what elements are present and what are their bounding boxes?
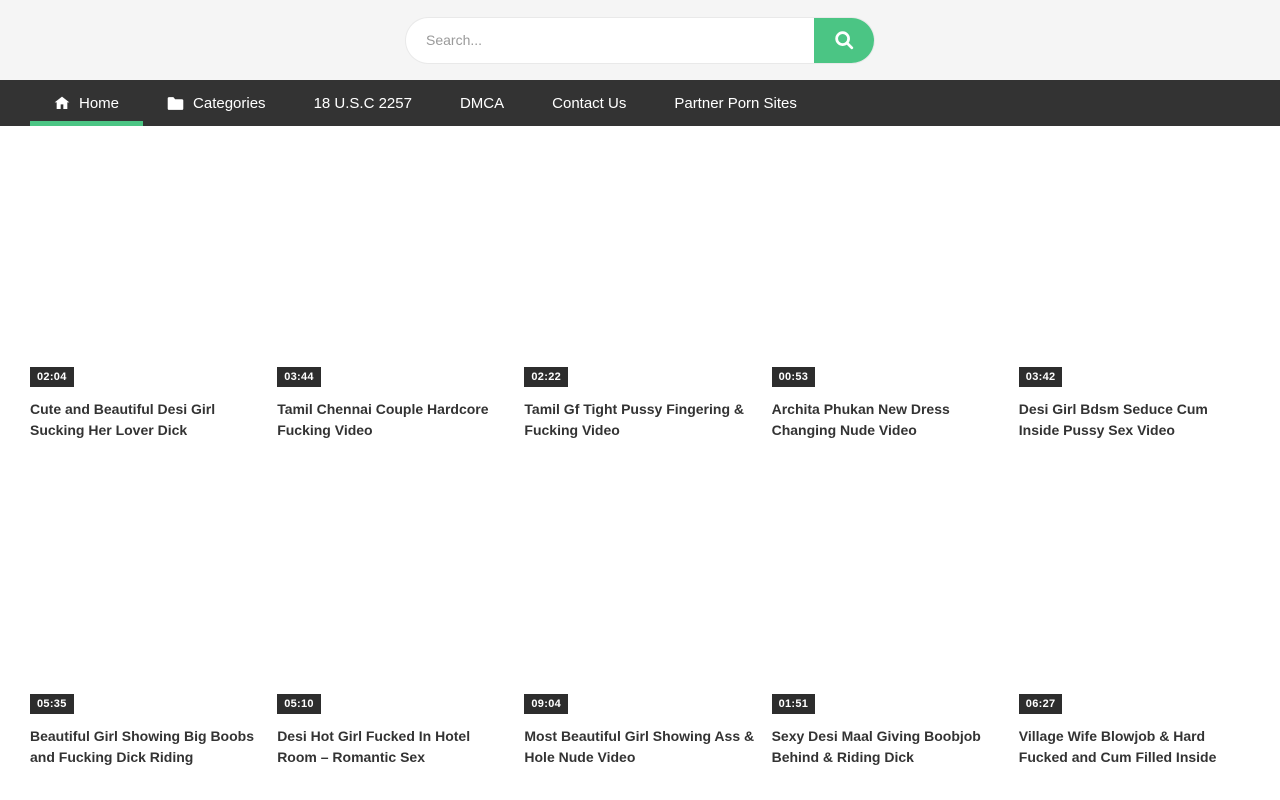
nav-item-label: Home [79, 95, 119, 112]
video-thumbnail[interactable]: 03:44 [277, 141, 508, 391]
video-grid: 02:04 Cute and Beautiful Desi Girl Sucki… [30, 141, 1250, 768]
active-indicator [30, 121, 143, 126]
video-title[interactable]: Most Beautiful Girl Showing Ass & Hole N… [524, 726, 755, 768]
video-title[interactable]: Desi Girl Bdsm Seduce Cum Inside Pussy S… [1019, 399, 1250, 441]
video-title[interactable]: Desi Hot Girl Fucked In Hotel Room – Rom… [277, 726, 508, 768]
video-card[interactable]: 05:35 Beautiful Girl Showing Big Boobs a… [30, 468, 261, 768]
video-thumbnail[interactable]: 05:10 [277, 468, 508, 718]
search-input[interactable] [406, 18, 814, 63]
duration-badge: 05:35 [30, 694, 74, 714]
video-thumbnail[interactable]: 00:53 [772, 141, 1003, 391]
nav-item-label: Contact Us [552, 95, 626, 112]
duration-badge: 03:44 [277, 367, 321, 387]
nav-item-2257[interactable]: 18 U.S.C 2257 [290, 80, 436, 126]
video-card[interactable]: 01:51 Sexy Desi Maal Giving Boobjob Behi… [772, 468, 1003, 768]
video-card[interactable]: 00:53 Archita Phukan New Dress Changing … [772, 141, 1003, 441]
duration-badge: 06:27 [1019, 694, 1063, 714]
duration-badge: 01:51 [772, 694, 816, 714]
search-form [406, 18, 874, 63]
video-card[interactable]: 03:42 Desi Girl Bdsm Seduce Cum Inside P… [1019, 141, 1250, 441]
video-thumbnail[interactable]: 09:04 [524, 468, 755, 718]
duration-badge: 02:22 [524, 367, 568, 387]
nav-item-label: DMCA [460, 95, 504, 112]
video-card[interactable]: 09:04 Most Beautiful Girl Showing Ass & … [524, 468, 755, 768]
search-button[interactable] [814, 18, 874, 63]
main-nav: Home Categories 18 U.S.C 2257 DMCA Conta… [0, 80, 1280, 126]
nav-item-dmca[interactable]: DMCA [436, 80, 528, 126]
video-thumbnail[interactable]: 02:22 [524, 141, 755, 391]
home-icon [54, 95, 70, 111]
video-title[interactable]: Village Wife Blowjob & Hard Fucked and C… [1019, 726, 1250, 768]
folder-icon [167, 96, 184, 111]
nav-item-label: 18 U.S.C 2257 [314, 95, 412, 112]
video-title[interactable]: Cute and Beautiful Desi Girl Sucking Her… [30, 399, 261, 441]
video-card[interactable]: 06:27 Village Wife Blowjob & Hard Fucked… [1019, 468, 1250, 768]
video-title[interactable]: Tamil Chennai Couple Hardcore Fucking Vi… [277, 399, 508, 441]
duration-badge: 05:10 [277, 694, 321, 714]
nav-item-partner-sites[interactable]: Partner Porn Sites [650, 80, 821, 126]
nav-item-label: Partner Porn Sites [674, 95, 797, 112]
duration-badge: 00:53 [772, 367, 816, 387]
video-card[interactable]: 05:10 Desi Hot Girl Fucked In Hotel Room… [277, 468, 508, 768]
duration-badge: 02:04 [30, 367, 74, 387]
video-thumbnail[interactable]: 05:35 [30, 468, 261, 718]
video-title[interactable]: Archita Phukan New Dress Changing Nude V… [772, 399, 1003, 441]
nav-item-home[interactable]: Home [30, 80, 143, 126]
video-card[interactable]: 03:44 Tamil Chennai Couple Hardcore Fuck… [277, 141, 508, 441]
video-title[interactable]: Tamil Gf Tight Pussy Fingering & Fucking… [524, 399, 755, 441]
nav-item-categories[interactable]: Categories [143, 80, 290, 126]
video-title[interactable]: Beautiful Girl Showing Big Boobs and Fuc… [30, 726, 261, 768]
video-thumbnail[interactable]: 02:04 [30, 141, 261, 391]
top-header [0, 0, 1280, 80]
main-content: 02:04 Cute and Beautiful Desi Girl Sucki… [0, 126, 1280, 768]
search-icon [833, 29, 855, 51]
nav-item-label: Categories [193, 95, 266, 112]
video-thumbnail[interactable]: 06:27 [1019, 468, 1250, 718]
nav-item-contact-us[interactable]: Contact Us [528, 80, 650, 126]
duration-badge: 03:42 [1019, 367, 1063, 387]
video-thumbnail[interactable]: 01:51 [772, 468, 1003, 718]
video-thumbnail[interactable]: 03:42 [1019, 141, 1250, 391]
video-card[interactable]: 02:04 Cute and Beautiful Desi Girl Sucki… [30, 141, 261, 441]
video-title[interactable]: Sexy Desi Maal Giving Boobjob Behind & R… [772, 726, 1003, 768]
video-card[interactable]: 02:22 Tamil Gf Tight Pussy Fingering & F… [524, 141, 755, 441]
duration-badge: 09:04 [524, 694, 568, 714]
